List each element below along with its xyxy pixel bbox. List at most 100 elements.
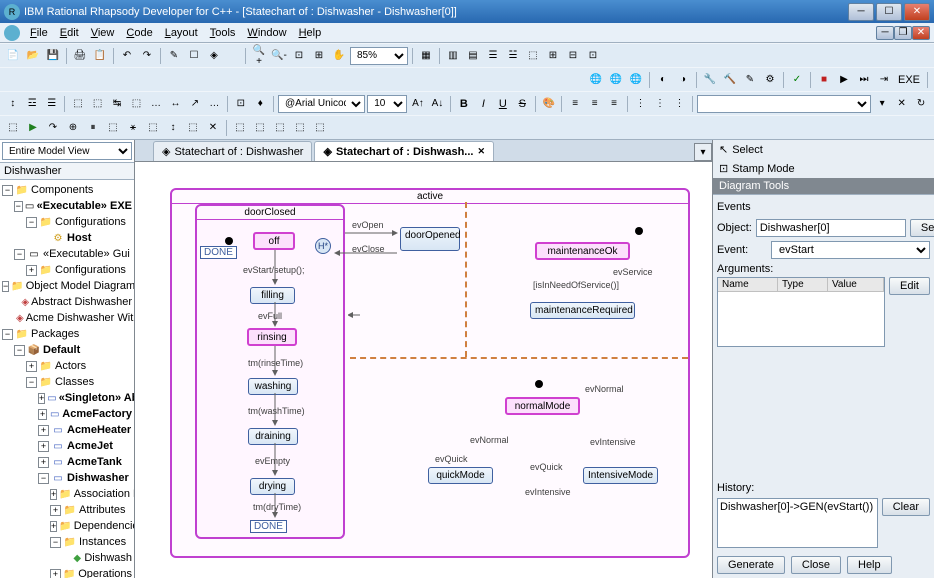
state-off[interactable]: off: [253, 232, 295, 250]
tool-stamp[interactable]: ⊡Stamp Mode: [713, 159, 934, 178]
tb-align5[interactable]: ⬚: [524, 47, 542, 65]
tb-list2[interactable]: ⋮: [651, 95, 668, 113]
history-connector[interactable]: H*: [315, 238, 331, 254]
maximize-button[interactable]: ☐: [876, 3, 902, 21]
tb-web1[interactable]: 🌐: [587, 71, 605, 89]
tb-align4[interactable]: ☱: [504, 47, 522, 65]
diagram-canvas[interactable]: active doorClosed off H* DONE filling ri…: [135, 162, 712, 578]
tb-redo[interactable]: ↷: [138, 47, 156, 65]
child-close-button[interactable]: ✕: [912, 26, 930, 40]
tb-r4-6[interactable]: ⬚: [104, 119, 122, 137]
tb-print[interactable]: 🖨: [71, 47, 89, 65]
tb-r3-last3[interactable]: ↻: [912, 95, 929, 113]
menu-file[interactable]: FFileile: [24, 25, 54, 41]
view-selector[interactable]: Entire Model View: [2, 142, 132, 160]
tree-acme-dw[interactable]: ◈Acme Dishwasher With: [0, 310, 134, 326]
tb-bold[interactable]: B: [455, 95, 472, 113]
font-size-combo[interactable]: 10: [367, 95, 407, 113]
tab-dropdown[interactable]: ▾: [694, 143, 712, 161]
tb-font-dec[interactable]: A↓: [429, 95, 446, 113]
tb-web3[interactable]: 🌐: [627, 71, 645, 89]
tb-save[interactable]: 💾: [44, 47, 62, 65]
tb-align6[interactable]: ⊞: [544, 47, 562, 65]
tb-tool4[interactable]: ⚙: [761, 71, 779, 89]
state-maintenancereq[interactable]: maintenanceRequired: [530, 302, 635, 319]
font-name-combo[interactable]: @Arial Unicode: [278, 95, 365, 113]
tb-r3-4[interactable]: ⬚: [69, 95, 86, 113]
tree-configs2[interactable]: +📁Configurations: [0, 262, 134, 278]
tb-misc3[interactable]: ◈: [205, 47, 223, 65]
tree-assoc[interactable]: +📁Association E: [0, 486, 134, 502]
menu-tools[interactable]: Tools: [204, 25, 242, 41]
tree-host[interactable]: ⚙Host: [0, 230, 134, 246]
tree-gui[interactable]: −▭«Executable» Gui: [0, 246, 134, 262]
tb-r4-12[interactable]: ⬚: [231, 119, 249, 137]
arguments-grid[interactable]: Name Type Value: [717, 277, 885, 347]
tb-align7[interactable]: ⊟: [564, 47, 582, 65]
state-intensivemode[interactable]: IntensiveMode: [583, 467, 658, 484]
tree-deps[interactable]: +📁Dependencies: [0, 518, 134, 534]
tb-r3-last2[interactable]: ✕: [893, 95, 910, 113]
tb-r3-3[interactable]: ☰: [43, 95, 60, 113]
tree-abstract-dw[interactable]: ◈Abstract Dishwasher: [0, 294, 134, 310]
tb-play[interactable]: ▶: [835, 71, 853, 89]
tb-r4-1[interactable]: ⬚: [4, 119, 22, 137]
tb-align3[interactable]: ☰: [484, 47, 502, 65]
tb-r3-12[interactable]: ⊡: [232, 95, 249, 113]
tb-undo[interactable]: ↶: [118, 47, 136, 65]
tb-r3-8[interactable]: …: [147, 95, 164, 113]
menu-layout[interactable]: Layout: [159, 25, 204, 41]
tree-acmeheater[interactable]: +▭AcmeHeater: [0, 422, 134, 438]
select-object-button[interactable]: Select: [910, 219, 934, 237]
history-list[interactable]: Dishwasher[0]->GEN(evStart()): [717, 498, 878, 548]
tree-acmejet[interactable]: +▭AcmeJet: [0, 438, 134, 454]
tb-italic[interactable]: I: [475, 95, 492, 113]
tree-dishwasher-cls[interactable]: −▭Dishwasher: [0, 470, 134, 486]
tb-step[interactable]: ⏭: [855, 71, 873, 89]
state-normalmode[interactable]: normalMode: [505, 397, 580, 415]
tb-r3-10[interactable]: ↗: [186, 95, 203, 113]
tree-dishwash-inst[interactable]: ◆Dishwash: [0, 550, 134, 566]
menu-help[interactable]: Help: [293, 25, 328, 41]
tb-r4-4[interactable]: ⊕: [64, 119, 82, 137]
tree-singleton[interactable]: +▭«Singleton» Abs: [0, 390, 134, 406]
tb-copy[interactable]: 📋: [91, 47, 109, 65]
tb-anim1[interactable]: ◐: [654, 71, 672, 89]
close-panel-button[interactable]: Close: [791, 556, 841, 574]
tb-r4-15[interactable]: ⬚: [291, 119, 309, 137]
tb-r3-1[interactable]: ↕: [4, 95, 21, 113]
tab-statechart-2[interactable]: ◈Statechart of : Dishwash...✕: [314, 141, 494, 161]
state-draining[interactable]: draining: [248, 428, 298, 445]
tree-instances[interactable]: −📁Instances: [0, 534, 134, 550]
generate-button[interactable]: Generate: [717, 556, 785, 574]
tb-color[interactable]: 🎨: [540, 95, 557, 113]
tb-r3-5[interactable]: ⬚: [89, 95, 106, 113]
tree-components[interactable]: −📁Components: [0, 182, 134, 198]
tb-align2[interactable]: ▤: [464, 47, 482, 65]
state-dooropened[interactable]: doorOpened: [400, 227, 460, 251]
tb-run-to[interactable]: ⇥: [875, 71, 893, 89]
child-restore-button[interactable]: ❐: [894, 26, 912, 40]
tb-check[interactable]: ✓: [788, 71, 806, 89]
tb-zoom-out[interactable]: 🔍-: [270, 47, 288, 65]
tab-close-icon[interactable]: ✕: [477, 146, 485, 157]
state-filling[interactable]: filling: [250, 287, 295, 304]
tb-misc1[interactable]: ✎: [165, 47, 183, 65]
tb-open[interactable]: 📂: [24, 47, 42, 65]
tb-r3-9[interactable]: ↔: [167, 95, 184, 113]
tb-new[interactable]: 📄: [4, 47, 22, 65]
tree-configs1[interactable]: −📁Configurations: [0, 214, 134, 230]
tb-strike[interactable]: S: [514, 95, 531, 113]
tb-r4-16[interactable]: ⬚: [311, 119, 329, 137]
tb-r4-7[interactable]: ⚹: [124, 119, 142, 137]
tb-r4-pause[interactable]: ⏸: [84, 119, 102, 137]
tb-align-l[interactable]: ≡: [566, 95, 583, 113]
child-minimize-button[interactable]: ─: [876, 26, 894, 40]
tb-underline[interactable]: U: [494, 95, 511, 113]
tb-layout1[interactable]: ▦: [417, 47, 435, 65]
tb-list1[interactable]: ⋮: [632, 95, 649, 113]
tree-classes[interactable]: −📁Classes: [0, 374, 134, 390]
zoom-combo[interactable]: 85%: [350, 47, 408, 65]
tb-align-c[interactable]: ≡: [586, 95, 603, 113]
tree-omd[interactable]: −📁Object Model Diagrams: [0, 278, 134, 294]
